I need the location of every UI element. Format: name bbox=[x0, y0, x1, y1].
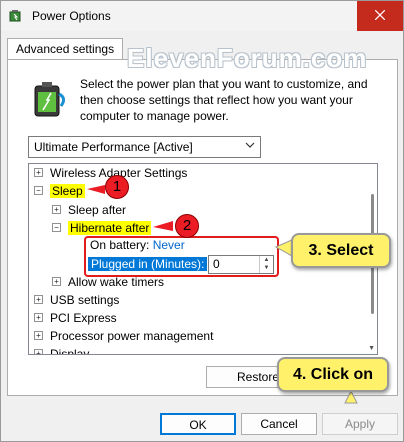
callout4-pointer bbox=[344, 389, 358, 404]
badge2-pointer bbox=[153, 221, 173, 231]
badge1-pointer bbox=[87, 185, 105, 194]
annotation-badge-1: 1 bbox=[105, 175, 129, 199]
annotation-badge-2: 2 bbox=[175, 214, 199, 238]
annotation-callout-click-on: 4. Click on bbox=[277, 357, 389, 392]
annotation-callout-select: 3. Select bbox=[291, 233, 391, 268]
power-options-window: Power Options Advanced settings ElevenFo… bbox=[0, 0, 404, 442]
